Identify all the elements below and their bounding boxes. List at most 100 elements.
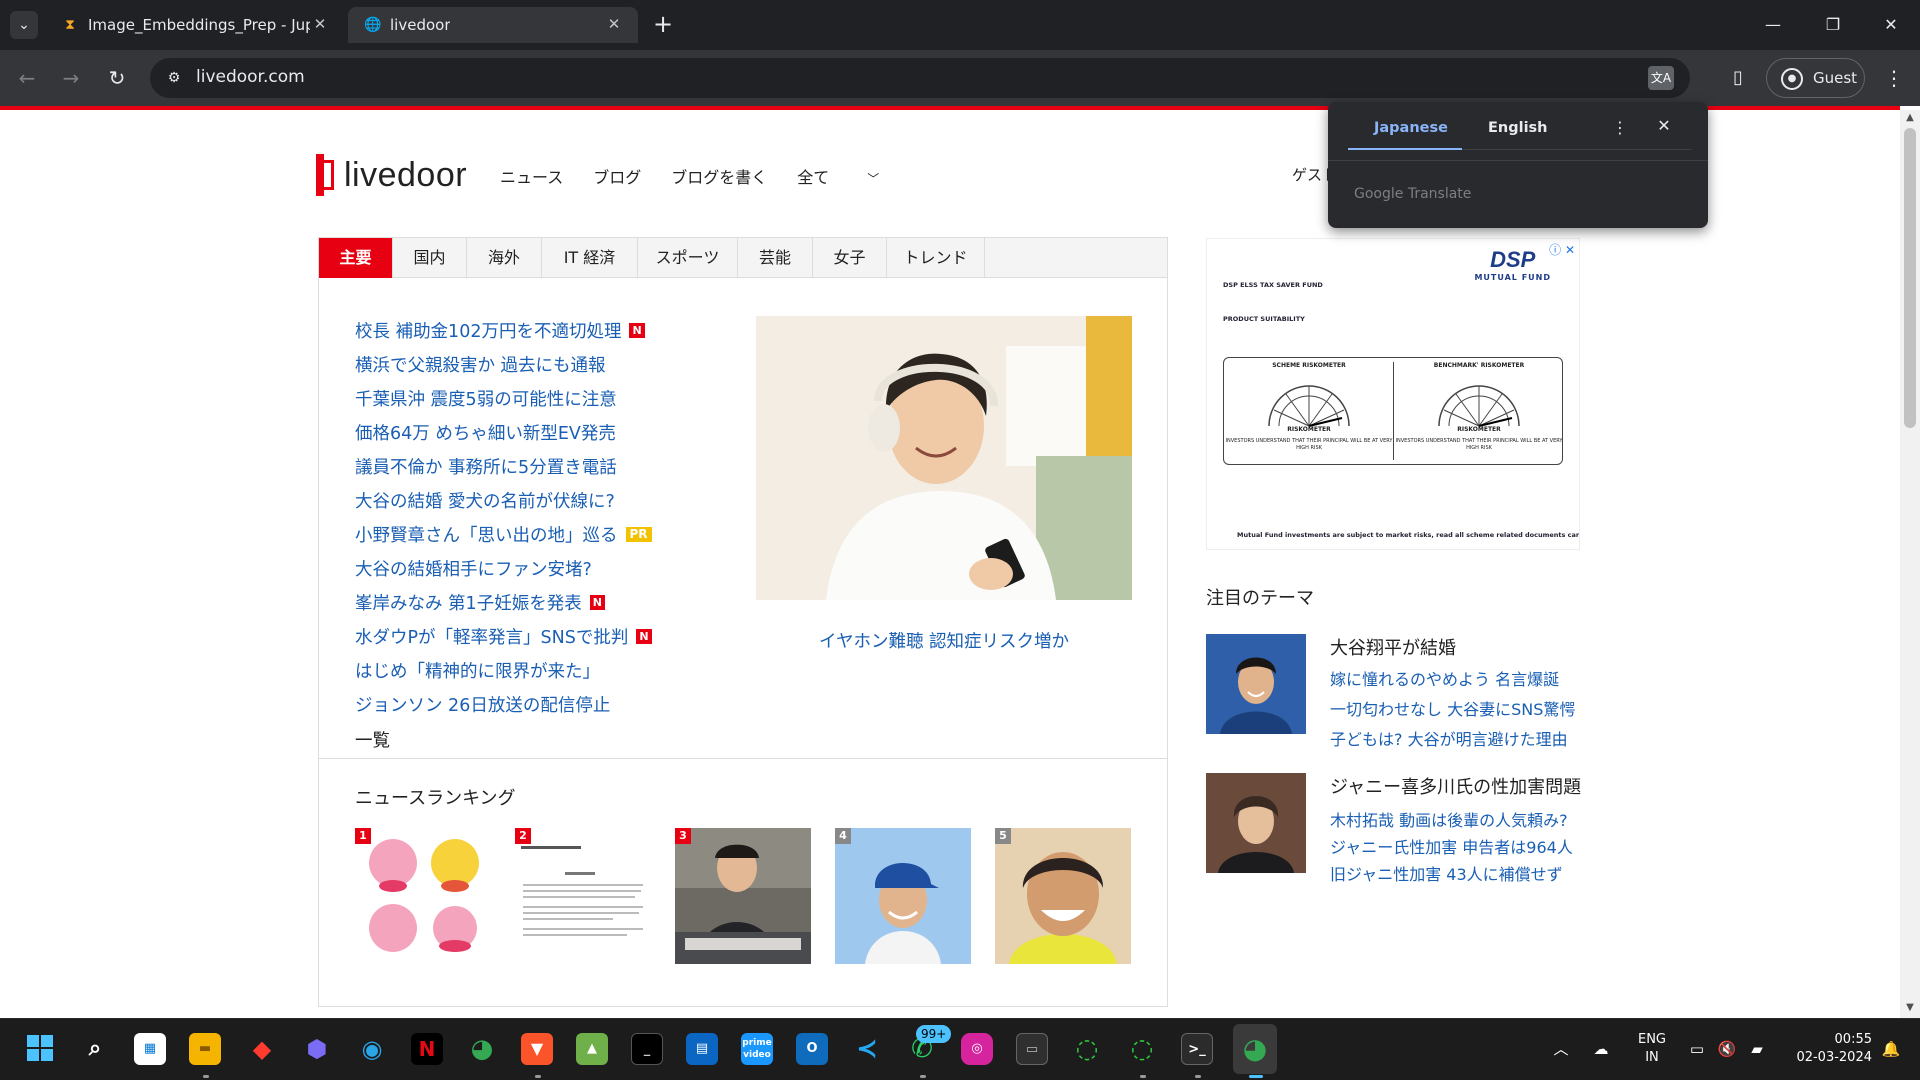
headline-link[interactable]: 横浜で父親殺害か 過去にも通報 <box>355 347 735 381</box>
tab-main[interactable]: 主要 <box>319 238 393 278</box>
tab-jupyter[interactable]: ⧗ Image_Embeddings_Prep - Jupy ✕ <box>46 7 344 43</box>
store-icon[interactable]: ▦ <box>134 1033 166 1065</box>
site-info-icon[interactable]: ⚙ <box>164 68 184 88</box>
theme-heading[interactable]: 大谷翔平が結婚 <box>1330 634 1456 660</box>
netflix-icon[interactable]: N <box>411 1033 443 1065</box>
outlook-icon[interactable]: O <box>796 1033 828 1065</box>
language-tab-english[interactable]: English <box>1488 120 1548 136</box>
instagram-icon[interactable]: ◎ <box>961 1033 993 1065</box>
onedrive-icon[interactable]: ☁ <box>1590 1039 1612 1059</box>
nav-blog[interactable]: ブログ <box>593 164 641 188</box>
theme-link[interactable]: 嫁に憧れるのやめよう 名言爆誕 <box>1330 666 1559 690</box>
theme-heading[interactable]: ジャニー喜多川氏の性加害問題 <box>1330 773 1581 799</box>
ranking-item-4[interactable]: 4 <box>835 828 971 964</box>
tab-trend[interactable]: トレンド <box>887 238 985 278</box>
forward-button[interactable]: → <box>56 63 86 93</box>
headline-link[interactable]: 峯岸みなみ 第1子妊娠を発表 N <box>355 585 735 619</box>
close-icon[interactable]: ✕ <box>310 14 330 34</box>
theme-link[interactable]: 一切匂わせなし 大谷妻にSNS驚愕 <box>1330 696 1575 720</box>
language-tab-japanese[interactable]: Japanese <box>1374 120 1448 136</box>
close-icon[interactable]: ✕ <box>604 14 624 34</box>
prime-video-icon[interactable]: prime video <box>741 1033 773 1065</box>
headline-link[interactable]: 議員不倫か 事務所に5分置き電話 <box>355 449 735 483</box>
address-bar[interactable]: ⚙ livedoor.com 文A <box>150 58 1690 98</box>
featured-photo[interactable] <box>756 316 1132 600</box>
chrome-icon[interactable]: ◕ <box>466 1033 498 1065</box>
app-blue-icon[interactable]: ▤ <box>686 1033 718 1065</box>
nav-all[interactable]: 全て ﹀ <box>797 164 909 188</box>
file-explorer-icon[interactable]: ▬ <box>189 1033 221 1065</box>
language-indicator[interactable]: ENG IN <box>1632 1031 1672 1067</box>
ranking-item-1[interactable]: 1 <box>355 828 491 964</box>
page-scrollbar[interactable]: ▲ ▼ <box>1900 110 1920 1018</box>
theme-link[interactable]: 旧ジャニ性加害 43人に補償せず <box>1330 861 1563 885</box>
theme-link[interactable]: 子どもは? 大谷が明言避けた理由 <box>1330 726 1568 750</box>
network-icon[interactable]: ▭ <box>1686 1039 1708 1059</box>
translate-icon[interactable]: 文A <box>1648 66 1674 90</box>
window-app-icon[interactable]: ▭ <box>1016 1033 1048 1065</box>
nav-write-blog[interactable]: ブログを書く <box>671 164 767 188</box>
volume-muted-icon[interactable]: 🔇 <box>1716 1039 1738 1059</box>
headline-link[interactable]: 水ダウPが「軽率発言」SNSで批判 N <box>355 619 735 653</box>
more-news-link[interactable]: 一覧 <box>355 721 735 757</box>
browser-menu-icon[interactable]: ⋮ <box>1880 64 1908 92</box>
tab-sports[interactable]: スポーツ <box>638 238 738 278</box>
back-button[interactable]: ← <box>12 63 42 93</box>
tab-entertainment[interactable]: 芸能 <box>738 238 813 278</box>
vscode-icon[interactable]: ≺ <box>851 1033 883 1065</box>
ranking-item-2[interactable]: 2 <box>515 828 651 964</box>
advertisement[interactable]: ⓘ ✕ DSP MUTUAL FUND DSP ELSS TAX SAVER F… <box>1206 238 1580 550</box>
image-app-icon[interactable]: ▲ <box>576 1033 608 1065</box>
restore-button[interactable]: ❐ <box>1818 12 1848 38</box>
reload-button[interactable]: ↻ <box>102 63 132 93</box>
battery-icon[interactable]: ▰ <box>1746 1039 1768 1059</box>
tab-overseas[interactable]: 海外 <box>467 238 542 278</box>
tab-it-economy[interactable]: IT 経済 <box>542 238 638 278</box>
ranking-item-3[interactable]: 3 <box>675 828 811 964</box>
headline-link[interactable]: はじめ「精神的に限界が来た」 <box>355 653 735 687</box>
headline-link[interactable]: 大谷の結婚 愛犬の名前が伏線に? <box>355 483 735 517</box>
theme-link[interactable]: ジャニー氏性加害 申告者は964人 <box>1330 834 1573 858</box>
headline-link[interactable]: ジョンソン 26日放送の配信停止 <box>355 687 735 721</box>
headline-link[interactable]: 小野賢章さん「思い出の地」巡る PR <box>355 517 735 551</box>
tab-women[interactable]: 女子 <box>813 238 887 278</box>
chevron-up-icon[interactable]: ︿ <box>1550 1039 1572 1059</box>
profile-button[interactable]: ● Guest <box>1766 58 1865 98</box>
chrome-icon[interactable]: ◕ <box>1239 1033 1271 1065</box>
livedoor-logo[interactable]: livedoor <box>316 154 467 196</box>
close-window-button[interactable]: ✕ <box>1876 12 1906 38</box>
headline-link[interactable]: 価格64万 めちゃ細い新型EV発売 <box>355 415 735 449</box>
featured-caption[interactable]: イヤホン難聴 認知症リスク増か <box>756 628 1132 653</box>
minimize-button[interactable]: — <box>1758 12 1788 38</box>
tab-livedoor[interactable]: 🌐 livedoor ✕ <box>348 7 638 43</box>
edge-icon[interactable]: ◉ <box>356 1033 388 1065</box>
clock[interactable]: 00:55 02-03-2024 <box>1782 1031 1872 1067</box>
scrollbar-thumb[interactable] <box>1904 128 1916 428</box>
nav-news[interactable]: ニュース <box>500 164 563 188</box>
headline-link[interactable]: 大谷の結婚相手にファン安堵? <box>355 551 735 585</box>
start-icon[interactable] <box>24 1033 56 1065</box>
more-options-icon[interactable]: ⋮ <box>1610 118 1630 137</box>
close-icon[interactable]: ✕ <box>1654 116 1674 135</box>
brave-icon[interactable]: ▼ <box>521 1033 553 1065</box>
ranking-item-5[interactable]: 5 <box>995 828 1131 964</box>
theme-image[interactable] <box>1206 773 1306 873</box>
scroll-up-arrow-icon[interactable]: ▲ <box>1904 112 1916 123</box>
tab-domestic[interactable]: 国内 <box>393 238 467 278</box>
theme-link[interactable]: 木村拓哉 動画は後輩の人気頼み? <box>1330 807 1568 831</box>
tab-search-button[interactable]: ⌄ <box>10 11 38 39</box>
new-tab-button[interactable]: + <box>650 12 676 38</box>
terminal-icon[interactable]: _ <box>631 1033 663 1065</box>
loader-app-icon[interactable]: ◌ <box>1126 1033 1158 1065</box>
headline-link[interactable]: 千葉県沖 震度5弱の可能性に注意 <box>355 381 735 415</box>
scroll-down-arrow-icon[interactable]: ▼ <box>1904 1002 1916 1013</box>
notification-bell-icon[interactable]: 🔔 <box>1880 1039 1902 1059</box>
app-diamond-icon[interactable]: ◆ <box>246 1033 278 1065</box>
terminal-icon[interactable]: >_ <box>1181 1033 1213 1065</box>
ad-choices-icon[interactable]: ⓘ ✕ <box>1549 241 1575 258</box>
theme-image[interactable] <box>1206 634 1306 734</box>
url-text[interactable]: livedoor.com <box>196 67 305 87</box>
app-hex-icon[interactable]: ⬢ <box>301 1033 333 1065</box>
loader-app-icon[interactable]: ◌ <box>1071 1033 1103 1065</box>
headline-link[interactable]: 校長 補助金102万円を不適切処理 N <box>355 313 735 347</box>
